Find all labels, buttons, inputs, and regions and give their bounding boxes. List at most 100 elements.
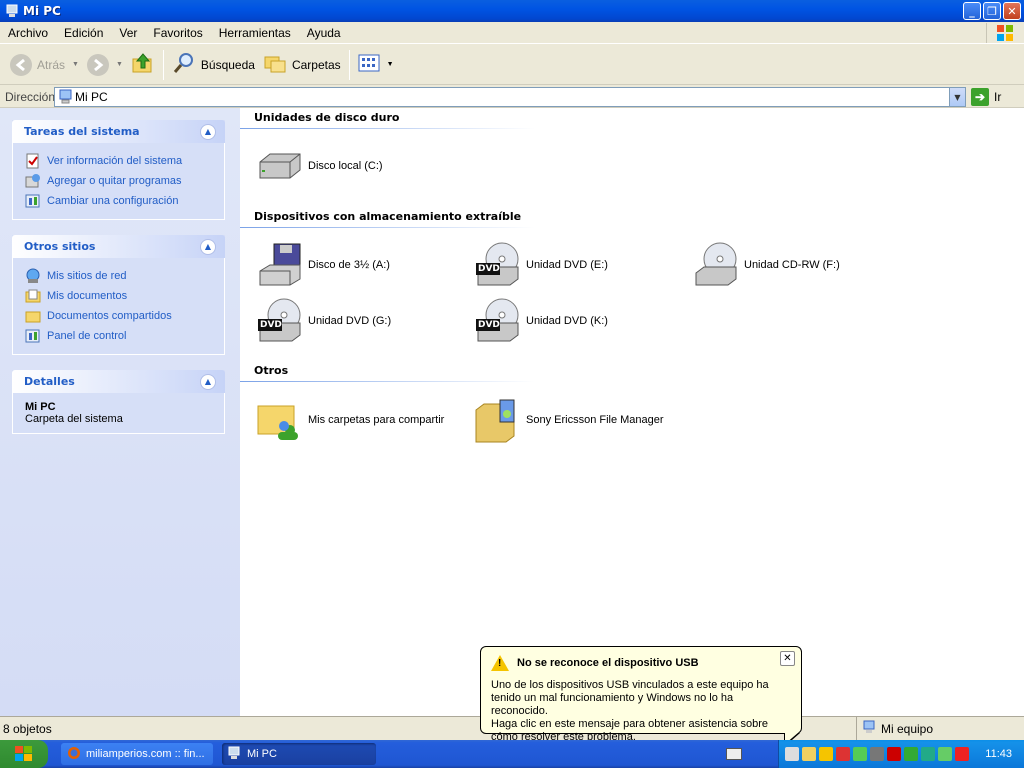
toolbar-separator bbox=[348, 49, 350, 80]
taskbar: miliamperios.com :: fin... Mi PC 11:43 bbox=[0, 740, 1024, 768]
toolbar-separator bbox=[162, 49, 164, 80]
add-remove-programs-link[interactable]: Agregar o quitar programas bbox=[25, 171, 224, 191]
status-object-count: 8 objetos bbox=[3, 721, 52, 736]
drive-dvd-e[interactable]: DVD Unidad DVD (E:) bbox=[474, 241, 608, 289]
address-label: Dirección bbox=[5, 89, 56, 104]
view-system-info-link[interactable]: Ver información del sistema bbox=[25, 151, 224, 171]
search-icon bbox=[172, 51, 196, 78]
title-bar[interactable]: Mi PC _ ❐ ✕ bbox=[0, 0, 1024, 22]
group-header-hard-disks: Unidades de disco duro bbox=[254, 111, 400, 124]
taskbar-item-my-computer[interactable]: Mi PC bbox=[222, 743, 376, 765]
shared-folders-item[interactable]: Mis carpetas para compartir bbox=[256, 396, 444, 444]
dvd-badge: DVD bbox=[478, 320, 500, 330]
maximize-button[interactable]: ❐ bbox=[983, 2, 1001, 20]
network-places-link[interactable]: Mis sitios de red bbox=[25, 266, 224, 286]
drive-dvd-g[interactable]: DVD Unidad DVD (G:) bbox=[256, 297, 391, 345]
drive-dvd-k[interactable]: DVD Unidad DVD (K:) bbox=[474, 297, 608, 345]
folders-button[interactable]: Carpetas bbox=[259, 48, 345, 82]
my-computer-icon bbox=[863, 720, 877, 737]
shared-documents-link[interactable]: Documentos compartidos bbox=[25, 306, 224, 326]
usb-notification-balloon[interactable]: ! No se reconoce el dispositivo USB ✕ Un… bbox=[480, 646, 802, 747]
tray-app-icon[interactable] bbox=[870, 747, 884, 761]
details-name: Mi PC bbox=[25, 401, 56, 413]
details-header[interactable]: Detalles ▲ bbox=[12, 370, 225, 393]
menu-herramientas[interactable]: Herramientas bbox=[211, 26, 299, 40]
menu-edicion[interactable]: Edición bbox=[56, 26, 111, 40]
tray-app-icon[interactable] bbox=[921, 747, 935, 761]
balloon-title: No se reconoce el dispositivo USB bbox=[517, 657, 699, 669]
status-zone: Mi equipo bbox=[856, 717, 933, 740]
collapse-chevron-icon[interactable]: ▲ bbox=[200, 238, 216, 255]
views-dropdown-icon[interactable]: ▼ bbox=[387, 61, 394, 68]
dvd-drive-icon: DVD bbox=[474, 241, 522, 289]
item-label: Unidad DVD (G:) bbox=[308, 315, 392, 327]
sony-ericsson-folder-icon bbox=[474, 396, 522, 444]
minimize-button[interactable]: _ bbox=[963, 2, 981, 20]
group-divider bbox=[240, 227, 535, 228]
link-label: Mis documentos bbox=[47, 290, 128, 302]
taskbar-item-firefox[interactable]: miliamperios.com :: fin... bbox=[61, 743, 213, 765]
back-button[interactable]: Atrás ▼ bbox=[6, 48, 83, 82]
menu-favoritos[interactable]: Favoritos bbox=[145, 26, 210, 40]
folders-label: Carpetas bbox=[291, 57, 341, 72]
antivirus-icon[interactable] bbox=[955, 747, 969, 761]
my-documents-icon bbox=[25, 288, 41, 304]
start-button[interactable] bbox=[0, 740, 48, 768]
balloon-close-button[interactable]: ✕ bbox=[780, 651, 795, 666]
drive-cdrw-f[interactable]: Unidad CD-RW (F:) bbox=[692, 241, 840, 289]
taskbar-item-label: miliamperios.com :: fin... bbox=[86, 748, 205, 760]
menu-archivo[interactable]: Archivo bbox=[0, 26, 56, 40]
tray-app-icon[interactable] bbox=[938, 747, 952, 761]
address-field[interactable]: Mi PC ▼ bbox=[54, 87, 966, 107]
collapse-chevron-icon[interactable]: ▲ bbox=[200, 123, 216, 140]
tray-app-icon[interactable] bbox=[836, 747, 850, 761]
go-button[interactable]: ➔ Ir bbox=[971, 88, 1001, 106]
forward-dropdown-icon[interactable]: ▼ bbox=[116, 61, 123, 68]
change-setting-link[interactable]: Cambiar una configuración bbox=[25, 191, 224, 211]
item-label: Disco de 3½ (A:) bbox=[308, 259, 390, 271]
cd-drive-icon bbox=[692, 241, 740, 289]
dvd-badge: DVD bbox=[478, 264, 500, 274]
clock[interactable]: 11:43 bbox=[985, 748, 1012, 760]
system-info-icon bbox=[25, 153, 41, 169]
up-folder-button[interactable] bbox=[127, 48, 159, 82]
windows-logo-icon bbox=[986, 23, 1022, 43]
search-button[interactable]: Búsqueda bbox=[168, 48, 259, 82]
other-places-title: Otros sitios bbox=[24, 240, 96, 253]
item-label: Disco local (C:) bbox=[308, 160, 383, 172]
views-button[interactable]: ▼ bbox=[354, 48, 398, 82]
close-button[interactable]: ✕ bbox=[1003, 2, 1021, 20]
search-label: Búsqueda bbox=[200, 57, 255, 72]
menu-ayuda[interactable]: Ayuda bbox=[299, 26, 349, 40]
link-label: Mis sitios de red bbox=[47, 270, 127, 282]
folders-icon bbox=[263, 51, 287, 78]
drive-local-c[interactable]: Disco local (C:) bbox=[256, 142, 383, 190]
ati-icon[interactable] bbox=[887, 747, 901, 761]
my-computer-icon bbox=[228, 746, 242, 763]
details-title: Detalles bbox=[24, 375, 75, 388]
menu-bar: Archivo Edición Ver Favoritos Herramient… bbox=[0, 22, 1024, 44]
address-dropdown-button[interactable]: ▼ bbox=[949, 88, 965, 106]
system-tasks-header[interactable]: Tareas del sistema ▲ bbox=[12, 120, 225, 143]
window-title: Mi PC bbox=[23, 4, 61, 18]
tray-app-icon[interactable] bbox=[904, 747, 918, 761]
drive-floppy-a[interactable]: Disco de 3½ (A:) bbox=[256, 241, 390, 289]
control-panel-link[interactable]: Panel de control bbox=[25, 326, 224, 346]
collapse-chevron-icon[interactable]: ▲ bbox=[200, 373, 216, 390]
safely-remove-hardware-icon[interactable] bbox=[785, 747, 799, 761]
forward-button[interactable]: ▼ bbox=[83, 48, 127, 82]
tray-app-icon[interactable] bbox=[802, 747, 816, 761]
firefox-icon bbox=[67, 746, 81, 763]
my-documents-link[interactable]: Mis documentos bbox=[25, 286, 224, 306]
content-area: Unidades de disco duro Disco local (C:) … bbox=[240, 108, 1024, 716]
sony-ericsson-item[interactable]: Sony Ericsson File Manager bbox=[474, 396, 664, 444]
back-dropdown-icon[interactable]: ▼ bbox=[72, 61, 79, 68]
views-icon bbox=[358, 53, 380, 76]
security-shield-icon[interactable] bbox=[819, 747, 833, 761]
language-bar-icon[interactable] bbox=[726, 748, 742, 760]
network-icon[interactable] bbox=[853, 747, 867, 761]
menu-ver[interactable]: Ver bbox=[111, 26, 145, 40]
control-panel-icon bbox=[25, 328, 41, 344]
other-places-header[interactable]: Otros sitios ▲ bbox=[12, 235, 225, 258]
system-tasks-panel: Tareas del sistema ▲ Ver información del… bbox=[12, 120, 225, 220]
